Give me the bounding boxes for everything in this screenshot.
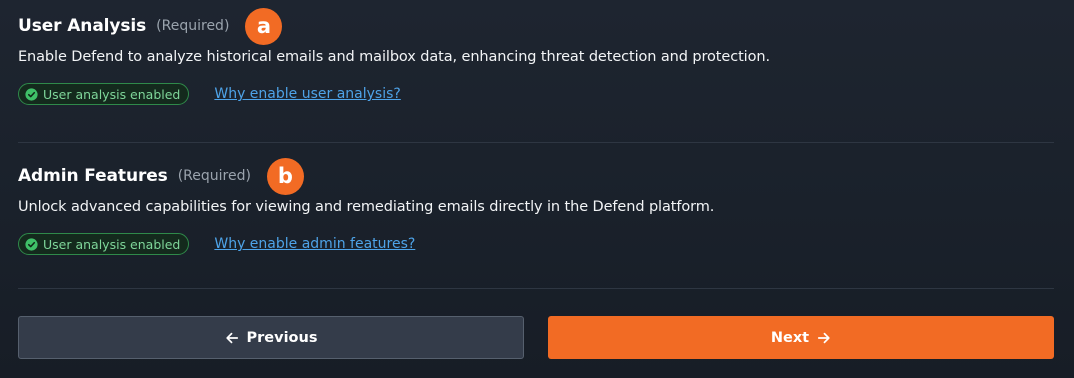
why-enable-admin-features-link[interactable]: Why enable admin features? — [214, 236, 415, 252]
section-divider — [18, 142, 1054, 143]
user-analysis-section: User Analysis (Required) a Enable Defend… — [18, 7, 1054, 105]
section-divider — [18, 288, 1054, 289]
user-analysis-title-row: User Analysis (Required) a — [18, 7, 1054, 45]
status-badge-label: User analysis enabled — [43, 236, 181, 252]
section-description: Enable Defend to analyze historical emai… — [18, 49, 770, 65]
status-badge: User analysis enabled — [18, 233, 190, 255]
required-label: (Required) — [156, 18, 230, 34]
arrow-right-icon — [818, 332, 830, 343]
step-marker-b: b — [266, 157, 304, 195]
admin-features-title-row: Admin Features (Required) b — [18, 157, 1054, 195]
check-circle-icon — [25, 87, 38, 101]
next-button-label: Next — [770, 329, 810, 346]
previous-button[interactable]: Previous — [18, 316, 524, 359]
check-circle-icon — [25, 237, 38, 251]
arrow-left-icon — [225, 332, 238, 343]
admin-features-section: Admin Features (Required) b Unlock advan… — [18, 157, 1054, 255]
section-title: Admin Features — [18, 166, 168, 186]
status-badge-label: User analysis enabled — [43, 86, 181, 102]
next-button[interactable]: Next — [548, 316, 1054, 359]
user-analysis-status-row: User analysis enabled Why enable user an… — [18, 83, 1054, 105]
section-description: Unlock advanced capabilities for viewing… — [18, 199, 715, 215]
required-label: (Required) — [177, 168, 251, 184]
admin-features-status-row: User analysis enabled Why enable admin f… — [18, 233, 1054, 255]
step-marker-a: a — [245, 7, 283, 45]
status-badge: User analysis enabled — [18, 83, 190, 105]
section-title: User Analysis — [18, 16, 147, 36]
why-enable-user-analysis-link[interactable]: Why enable user analysis? — [214, 86, 400, 102]
previous-button-label: Previous — [246, 329, 318, 346]
